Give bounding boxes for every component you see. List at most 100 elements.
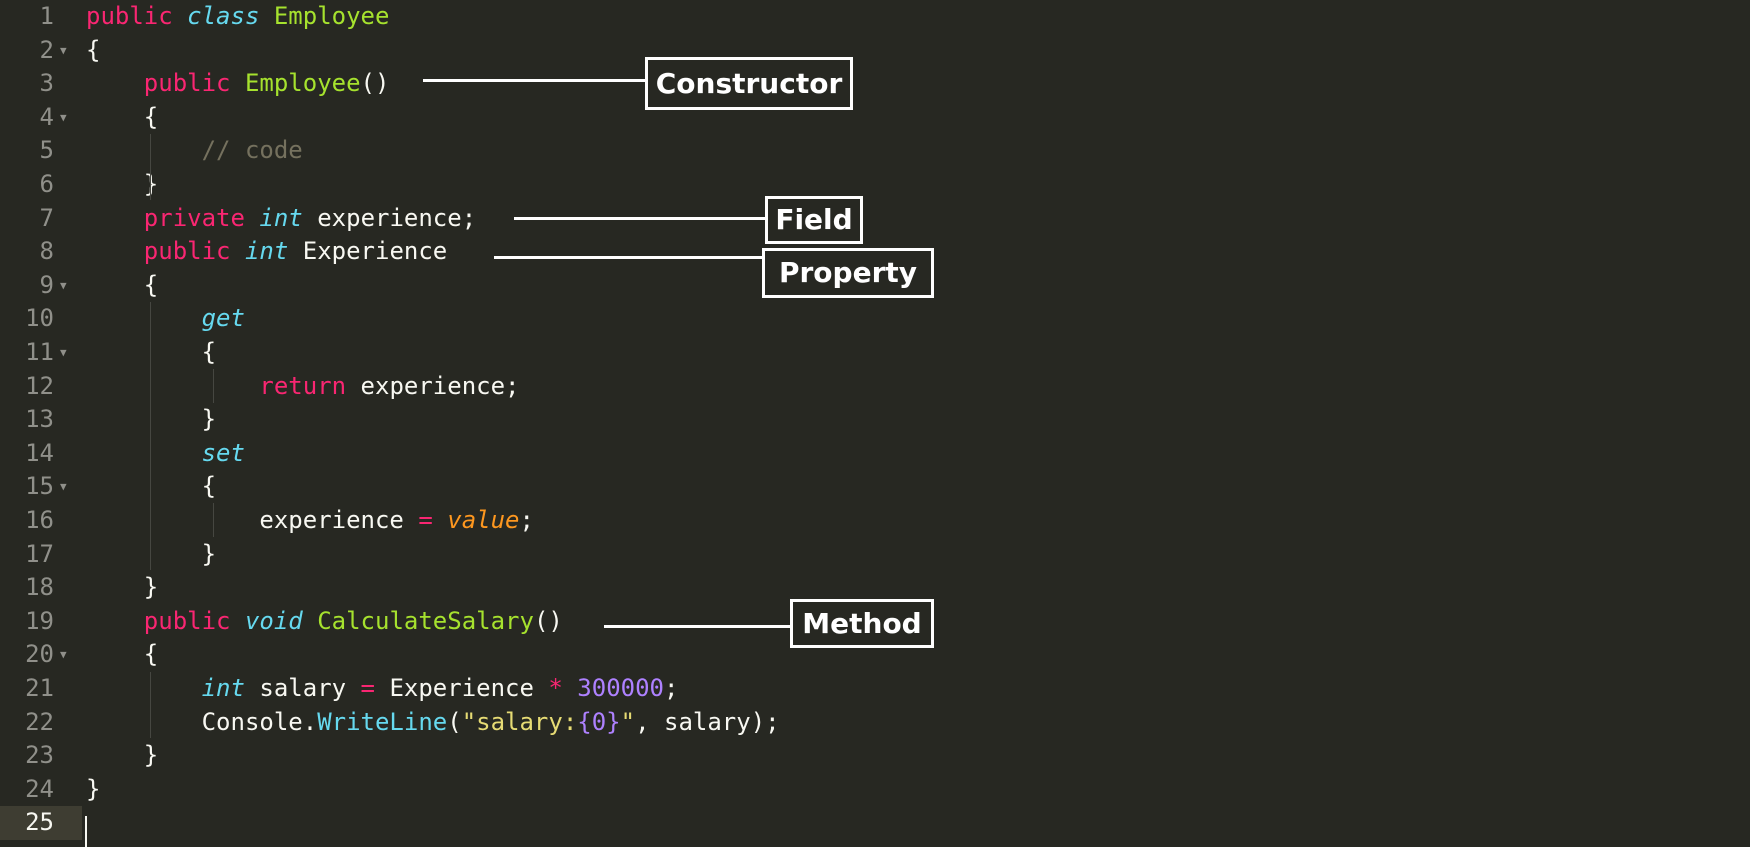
code-token: int	[244, 237, 289, 266]
code-line[interactable]: 13 }	[0, 403, 1750, 437]
code-token: public	[143, 237, 231, 266]
line-number: 8	[39, 237, 54, 266]
code-text: }	[86, 773, 100, 807]
code-token: , salary);	[635, 707, 780, 736]
code-token: get	[201, 304, 245, 333]
text-cursor	[85, 816, 87, 847]
line-gutter: 13	[0, 403, 82, 437]
line-number: 14	[25, 438, 54, 467]
code-text: }	[86, 739, 158, 773]
code-token: {0}	[577, 707, 621, 736]
line-gutter: 14	[0, 437, 82, 471]
code-token: =	[418, 506, 433, 534]
fold-arrow-icon[interactable]: ▼	[60, 269, 67, 303]
code-line[interactable]: 17 }	[0, 538, 1750, 572]
line-gutter: 24	[0, 773, 82, 807]
code-text: private int experience;	[86, 202, 476, 236]
code-line[interactable]: 12 return experience;	[0, 370, 1750, 404]
code-token: class	[187, 2, 260, 30]
code-token: ()	[533, 606, 563, 635]
line-gutter: 20 ▼	[0, 638, 82, 672]
fold-arrow-icon[interactable]: ▼	[60, 470, 67, 504]
code-token: }	[86, 170, 159, 198]
line-number: 11	[25, 338, 54, 366]
indent-guide	[150, 302, 151, 570]
line-number: 16	[25, 506, 54, 534]
code-token: Experience	[288, 237, 448, 266]
code-line[interactable]: 15 ▼ {	[0, 470, 1750, 504]
line-gutter: 9 ▼	[0, 269, 82, 303]
indent-guide	[150, 134, 151, 200]
line-gutter: 3	[0, 67, 82, 101]
line-number: 9	[39, 270, 54, 299]
code-line[interactable]: 14 set	[0, 437, 1750, 471]
code-text: public class Employee	[86, 0, 389, 34]
code-line[interactable]: 24}	[0, 773, 1750, 807]
indent-guide	[150, 672, 151, 738]
line-gutter: 8	[0, 235, 82, 269]
code-line[interactable]: 6 }	[0, 168, 1750, 202]
indent-guide	[213, 503, 214, 537]
code-token: salary	[244, 674, 361, 702]
fold-arrow-icon[interactable]: ▼	[60, 638, 67, 672]
code-token: set	[201, 438, 245, 467]
code-text: experience = value;	[86, 504, 534, 538]
code-token: }	[86, 774, 101, 803]
code-token: Employee	[273, 2, 390, 30]
fold-arrow-icon[interactable]: ▼	[60, 336, 67, 370]
fold-arrow-icon[interactable]: ▼	[60, 34, 67, 68]
code-text: Console.WriteLine("salary:{0}", salary);	[86, 706, 780, 740]
line-gutter: 2 ▼	[0, 34, 82, 68]
code-token: experience	[86, 506, 419, 534]
code-line[interactable]: 16 experience = value;	[0, 504, 1750, 538]
line-number: 20	[25, 640, 54, 669]
code-token: ()	[360, 69, 390, 98]
code-line[interactable]: 22 Console.WriteLine("salary:{0}", salar…	[0, 706, 1750, 740]
code-token: {	[86, 472, 217, 501]
code-token: ;	[519, 506, 534, 534]
code-text: }	[86, 403, 216, 437]
code-line[interactable]: 21 int salary = Experience * 300000;	[0, 672, 1750, 706]
code-line[interactable]: 2 ▼{	[0, 34, 1750, 68]
code-token: Experience	[375, 674, 549, 702]
code-text: // code	[86, 134, 303, 168]
code-line[interactable]: 10 get	[0, 302, 1750, 336]
code-line[interactable]: 25	[0, 806, 1750, 840]
code-line[interactable]: 1 public class Employee	[0, 0, 1750, 34]
code-text: {	[86, 638, 158, 672]
code-token: *	[548, 674, 563, 702]
code-text: }	[86, 168, 158, 202]
code-line[interactable]: 4 ▼ {	[0, 101, 1750, 135]
line-gutter: 16	[0, 504, 82, 538]
code-token: public	[143, 606, 231, 635]
code-token: =	[360, 674, 375, 702]
line-gutter: 15 ▼	[0, 470, 82, 504]
line-number: 1	[39, 2, 54, 30]
code-token: {	[86, 102, 159, 131]
code-token: {	[86, 640, 159, 669]
code-token: value	[447, 506, 520, 534]
line-gutter: 1	[0, 0, 82, 34]
code-line[interactable]: 11 ▼ {	[0, 336, 1750, 370]
code-token: experience;	[346, 371, 520, 400]
line-number: 24	[25, 774, 54, 803]
fold-arrow-icon[interactable]: ▼	[60, 101, 67, 135]
code-line[interactable]: 5 // code	[0, 134, 1750, 168]
line-number: 4	[39, 102, 54, 131]
code-token: 300000	[577, 674, 664, 702]
field-callout: Field	[765, 196, 863, 244]
code-line[interactable]: 23 }	[0, 739, 1750, 773]
code-line[interactable]: 7 private int experience;	[0, 202, 1750, 236]
code-token: private	[143, 203, 245, 232]
line-gutter: 10	[0, 302, 82, 336]
code-line[interactable]: 3 public Employee()	[0, 67, 1750, 101]
code-text: {	[86, 336, 216, 370]
code-editor[interactable]: 1 public class Employee 2 ▼{3 public Employ…	[0, 0, 1750, 847]
